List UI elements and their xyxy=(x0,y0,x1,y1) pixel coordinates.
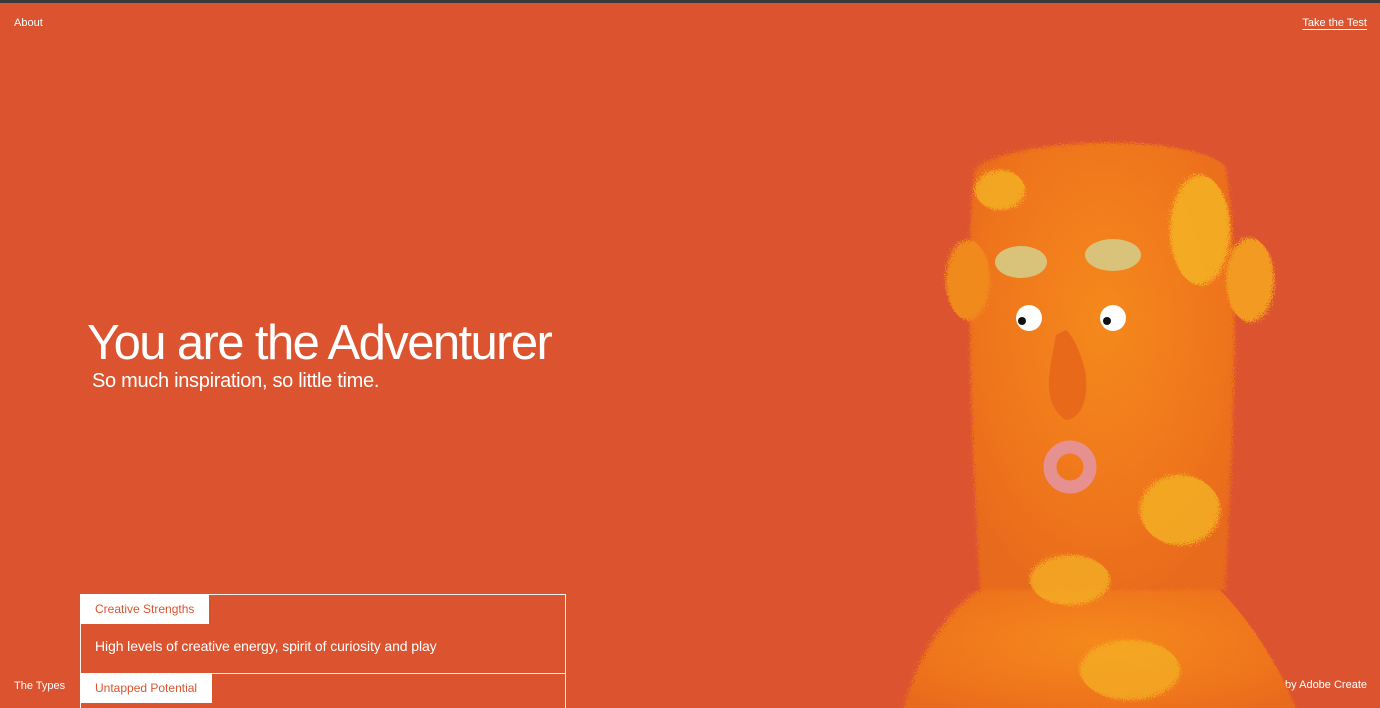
trait-card-strengths: Creative Strengths High levels of creati… xyxy=(80,594,566,673)
trait-tab-strengths[interactable]: Creative Strengths xyxy=(80,594,210,624)
trait-tab-potential[interactable]: Untapped Potential xyxy=(80,673,213,703)
traits-panel: Creative Strengths High levels of creati… xyxy=(80,594,566,708)
trait-description: High levels of creative energy, spirit o… xyxy=(95,638,437,654)
top-border xyxy=(0,0,1380,3)
take-the-test-link[interactable]: Take the Test xyxy=(1302,17,1367,29)
about-link[interactable]: About xyxy=(14,17,43,29)
result-title: You are the Adventurer xyxy=(87,316,553,370)
trait-card-potential: Untapped Potential xyxy=(80,673,566,708)
the-types-link[interactable]: The Types xyxy=(14,680,65,692)
fuzzy-creature-illustration xyxy=(903,142,1296,708)
result-hero: You are the Adventurer So much inspirati… xyxy=(87,312,553,393)
